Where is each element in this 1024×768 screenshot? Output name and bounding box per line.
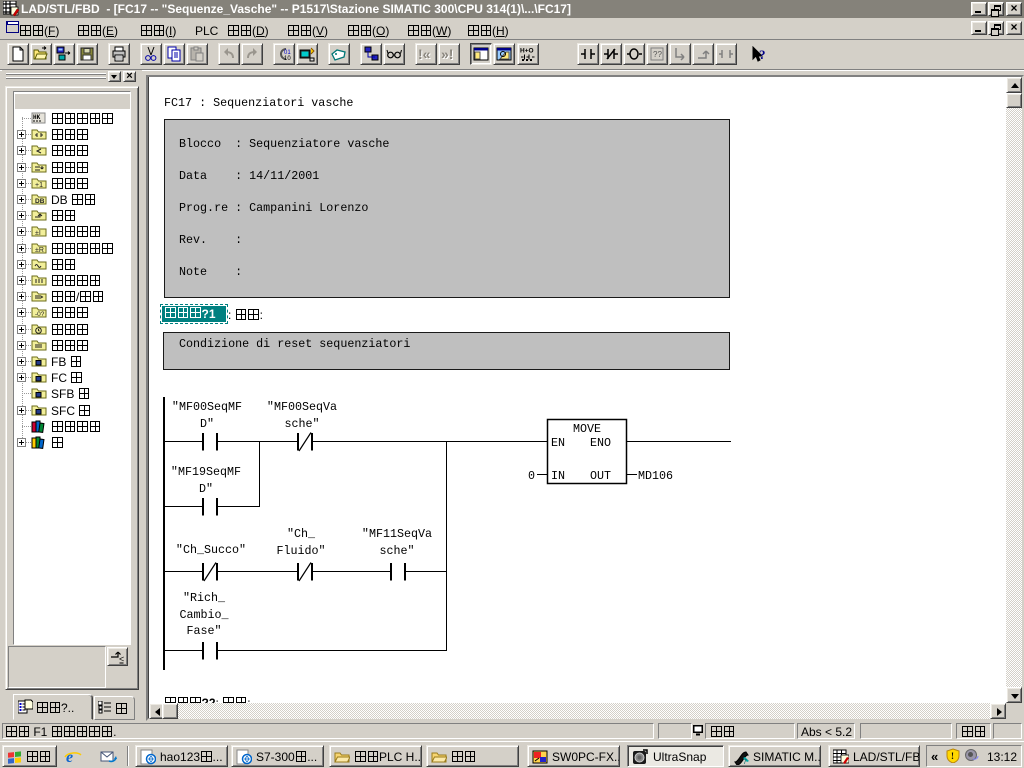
svg-text:+1: +1 bbox=[35, 182, 43, 189]
svg-text:±I: ±I bbox=[35, 230, 41, 237]
svg-text:10: 10 bbox=[284, 56, 291, 62]
svg-text:!«: !« bbox=[418, 46, 431, 62]
svg-text:?: ? bbox=[759, 47, 766, 62]
svg-text:??: ?? bbox=[653, 50, 662, 59]
svg-text:7: 7 bbox=[743, 759, 747, 765]
svg-text:»!: »! bbox=[441, 46, 453, 62]
svg-text:-0?: -0? bbox=[35, 311, 45, 318]
svg-text:e: e bbox=[66, 749, 73, 765]
svg-text:DB: DB bbox=[35, 198, 45, 205]
svg-text:±R: ±R bbox=[35, 247, 44, 254]
svg-text:HK: HK bbox=[33, 114, 41, 121]
svg-text:!: ! bbox=[951, 751, 954, 761]
svg-text:H+O: H+O bbox=[520, 48, 534, 55]
